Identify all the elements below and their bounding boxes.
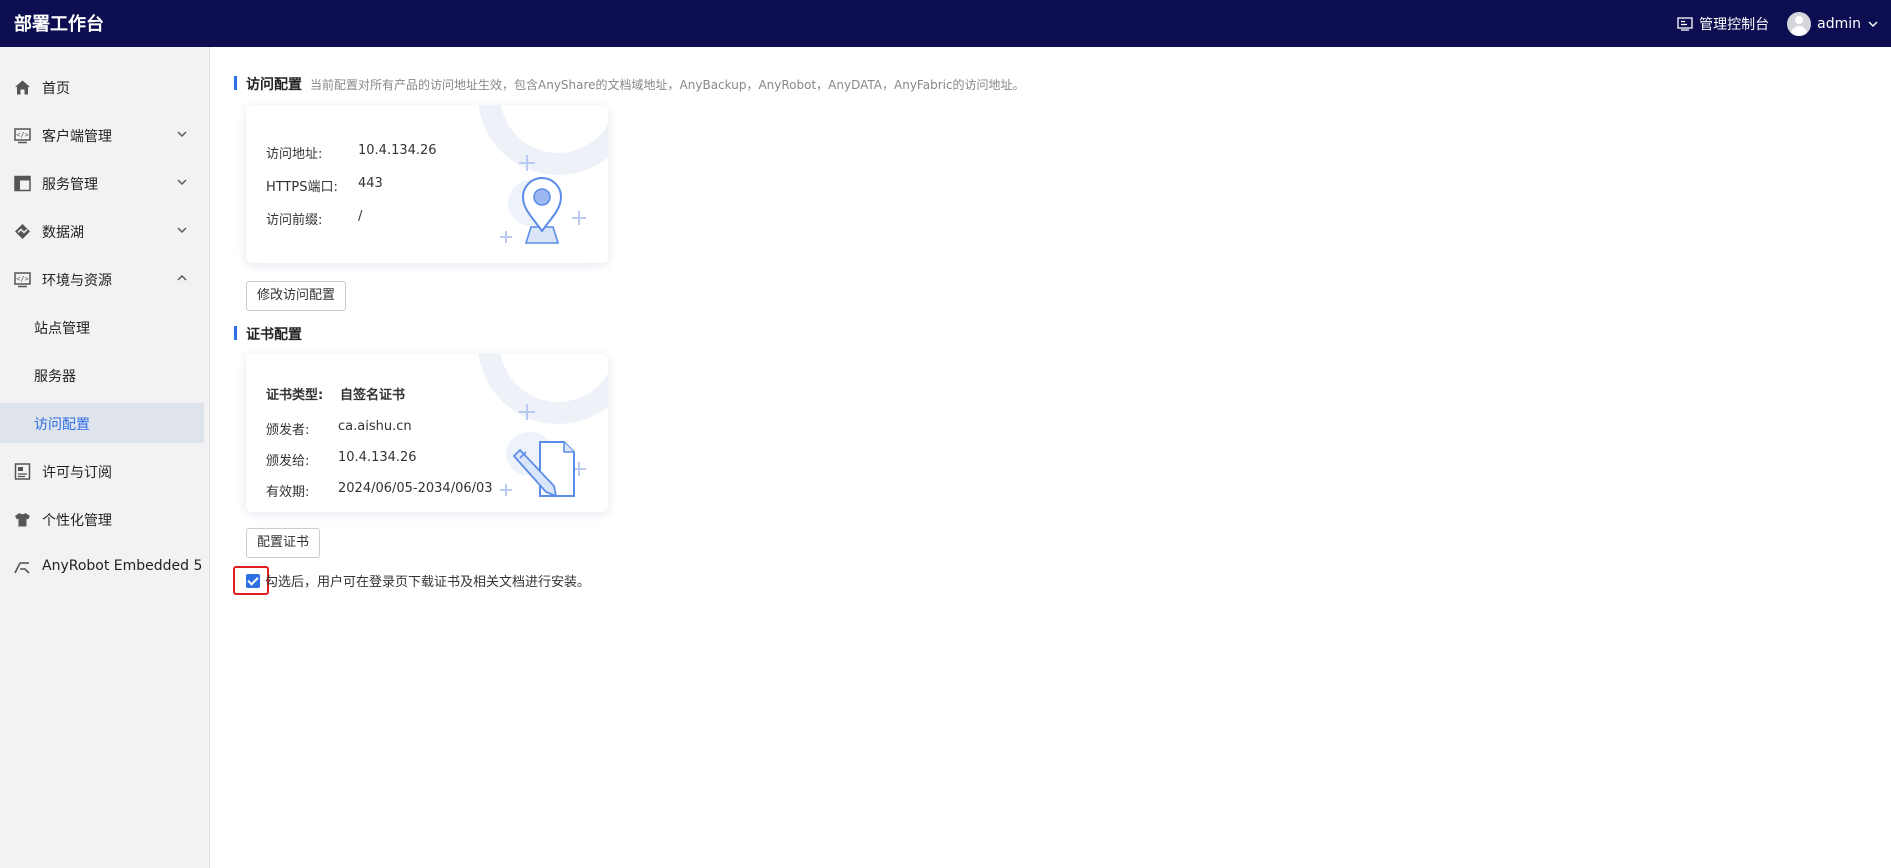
- anyrobot-icon: [14, 562, 30, 574]
- access-config-card: 访问地址: 10.4.134.26 HTTPS端口: 443 访问前缀: /: [246, 105, 608, 263]
- sidebar-item-label: 个性化管理: [42, 513, 112, 529]
- sidebar: 首页 </> 客户端管理 服务管理 数据湖 </> 环境与资源 站点管理 服务器…: [0, 47, 210, 868]
- sidebar-item-environment-resources[interactable]: </> 环境与资源: [0, 259, 204, 299]
- section-title: 访问配置: [246, 77, 302, 93]
- sidebar-item-home[interactable]: 首页: [0, 67, 204, 107]
- chevron-down-icon: [177, 131, 187, 137]
- sidebar-item-label: 数据湖: [42, 225, 84, 241]
- app-title: 部署工作台: [14, 14, 104, 35]
- client-code-icon: </>: [14, 128, 31, 144]
- environment-icon: </>: [14, 272, 31, 288]
- license-icon: [14, 463, 31, 480]
- access-prefix-value: /: [358, 209, 363, 224]
- console-link[interactable]: 管理控制台: [1677, 14, 1769, 34]
- download-cert-checkbox[interactable]: [246, 574, 260, 588]
- section-accent-bar: [234, 76, 237, 90]
- sidebar-item-servers[interactable]: 服务器: [0, 355, 204, 395]
- cert-config-card: 证书类型: 自签名证书 颁发者: ca.aishu.cn 颁发给: 10.4.1…: [246, 354, 608, 512]
- user-menu[interactable]: admin: [1787, 11, 1879, 36]
- sidebar-item-license-subscription[interactable]: 许可与订阅: [0, 451, 204, 491]
- sidebar-item-service-management[interactable]: 服务管理: [0, 163, 204, 203]
- https-port-label: HTTPS端口:: [266, 180, 338, 195]
- access-config-header: 访问配置 当前配置对所有产品的访问地址生效，包含AnyShare的文档域地址，A…: [234, 74, 1025, 94]
- cert-type-value: 自签名证书: [340, 388, 406, 403]
- cert-issued-to-label: 颁发给:: [266, 454, 310, 469]
- chevron-down-icon: [177, 227, 187, 233]
- sidebar-item-label: 环境与资源: [42, 273, 112, 289]
- configure-cert-button[interactable]: 配置证书: [246, 528, 321, 558]
- sidebar-item-client-management[interactable]: </> 客户端管理: [0, 115, 204, 155]
- certificate-document-icon: [500, 404, 586, 498]
- section-title: 证书配置: [246, 327, 302, 343]
- svg-text:</>: </>: [16, 275, 29, 283]
- top-right-actions: 管理控制台 admin: [1677, 0, 1879, 47]
- home-icon: [15, 80, 30, 95]
- sidebar-item-label: 访问配置: [34, 417, 90, 433]
- cert-issuer-value: ca.aishu.cn: [338, 419, 412, 434]
- sidebar-item-label: 首页: [42, 81, 70, 97]
- download-cert-checkbox-label[interactable]: 勾选后，用户可在登录页下载证书及相关文档进行安装。: [265, 571, 590, 590]
- datalake-icon: [15, 224, 30, 239]
- sidebar-item-access-config[interactable]: 访问配置: [0, 403, 204, 443]
- svg-text:</>: </>: [16, 131, 29, 139]
- sidebar-item-personalization[interactable]: 个性化管理: [0, 499, 204, 539]
- sidebar-item-label: 服务管理: [42, 177, 98, 193]
- sidebar-item-site-management[interactable]: 站点管理: [0, 307, 204, 347]
- layout-icon: [14, 175, 31, 192]
- cert-issued-to-value: 10.4.134.26: [338, 450, 417, 465]
- cert-issuer-label: 颁发者:: [266, 423, 310, 438]
- console-label: 管理控制台: [1699, 16, 1770, 33]
- section-accent-bar: [234, 326, 237, 340]
- chevron-up-icon: [177, 275, 187, 281]
- sidebar-item-label: 站点管理: [34, 321, 90, 337]
- avatar: [1787, 11, 1812, 36]
- section-description: 当前配置对所有产品的访问地址生效，包含AnyShare的文档域地址，AnyBac…: [310, 78, 1025, 92]
- access-address-value: 10.4.134.26: [358, 143, 437, 158]
- sidebar-item-label: 服务器: [34, 369, 76, 385]
- cert-validity-label: 有效期:: [266, 485, 310, 500]
- location-pin-icon: [500, 155, 586, 244]
- user-name: admin: [1817, 15, 1861, 32]
- cert-validity-value: 2024/06/05-2034/06/03: [338, 481, 493, 496]
- sidebar-item-label: 客户端管理: [42, 129, 112, 145]
- sidebar-item-label: 许可与订阅: [42, 465, 112, 481]
- sidebar-item-anyrobot-embedded[interactable]: AnyRobot Embedded 5: [0, 547, 204, 587]
- sidebar-item-data-lake[interactable]: 数据湖: [0, 211, 204, 251]
- https-port-value: 443: [358, 176, 383, 191]
- chevron-down-icon: [177, 179, 187, 185]
- cert-config-header: 证书配置: [234, 324, 302, 344]
- shirt-icon: [15, 513, 30, 527]
- top-bar: 部署工作台 管理控制台 admin: [0, 0, 1891, 47]
- chevron-down-icon: [1868, 21, 1878, 27]
- edit-access-config-button[interactable]: 修改访问配置: [246, 281, 347, 311]
- access-address-label: 访问地址:: [266, 147, 323, 162]
- cert-type-label: 证书类型:: [266, 388, 324, 403]
- access-prefix-label: 访问前缀:: [266, 213, 323, 228]
- console-icon: [1677, 16, 1693, 31]
- sidebar-item-label: AnyRobot Embedded 5: [42, 558, 203, 574]
